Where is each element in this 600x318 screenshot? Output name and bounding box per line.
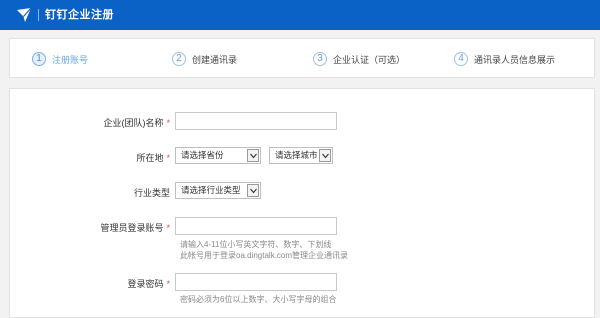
required-mark: * [166, 153, 170, 163]
step-label: 企业认证（可选） [333, 54, 406, 65]
step-number: 4 [454, 52, 468, 66]
dingtalk-logo-icon[interactable] [16, 7, 32, 23]
industry-select[interactable]: 请选择行业类型 [175, 182, 261, 199]
step-label: 创建通讯录 [192, 54, 238, 65]
admin-account-input[interactable] [175, 217, 337, 235]
registration-steps: 1 注册账号 2 创建通讯录 3 企业认证（可选） 4 通讯录人员信息展示 [9, 38, 595, 78]
step-directory-display: 4 通讯录人员信息展示 [454, 50, 555, 68]
chevron-down-icon[interactable] [247, 149, 259, 162]
page-title: 钉钉企业注册 [45, 9, 114, 21]
required-mark: * [166, 223, 170, 233]
registration-form: 企业(团队)名称 * 所在地 * 请选择省份 请选择城市 行业类型 请选择行业类型 … [9, 88, 595, 318]
admin-account-label: 管理员登录账号 * [100, 223, 170, 233]
step-register-account: 1 注册账号 [32, 50, 88, 68]
admin-account-hint: 请输入4-11位小写英文字符、数字、下划线 [180, 240, 332, 249]
step-label: 通讯录人员信息展示 [474, 54, 556, 65]
chevron-down-icon[interactable] [247, 184, 259, 197]
step-create-directory: 2 创建通讯录 [172, 50, 237, 68]
header-divider [38, 9, 39, 21]
province-select[interactable]: 请选择省份 [175, 147, 261, 164]
admin-account-hint-secondary: 此帐号用于登录oa.dingtalk.com管理企业通讯录 [180, 251, 349, 260]
password-hint: 密码必须为6位以上数字、大小写字母的组合 [180, 295, 337, 304]
step-number: 1 [32, 52, 46, 66]
step-number: 3 [313, 52, 327, 66]
required-mark: * [166, 118, 170, 128]
location-label: 所在地 * [136, 153, 170, 163]
company-name-label: 企业(团队)名称 * [103, 118, 170, 128]
password-label: 登录密码 * [127, 279, 170, 289]
chevron-down-icon[interactable] [319, 149, 331, 162]
industry-label: 行业类型 [133, 188, 170, 198]
required-mark: * [166, 279, 170, 289]
password-input[interactable] [175, 273, 337, 291]
step-label: 注册账号 [52, 54, 89, 65]
step-number: 2 [172, 52, 186, 66]
step-company-certification: 3 企业认证（可选） [313, 50, 405, 68]
company-name-input[interactable] [175, 112, 337, 130]
top-bar: 钉钉企业注册 [0, 0, 600, 30]
city-select[interactable]: 请选择城市 [269, 147, 333, 164]
